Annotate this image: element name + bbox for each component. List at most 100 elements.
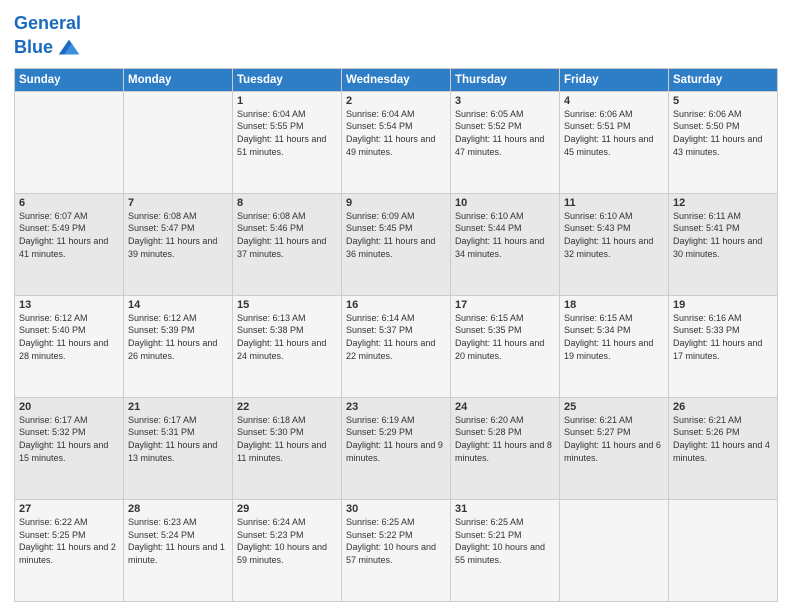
day-number: 8 bbox=[237, 197, 337, 209]
day-info: Sunrise: 6:10 AM Sunset: 5:44 PM Dayligh… bbox=[455, 210, 555, 260]
day-info: Sunrise: 6:05 AM Sunset: 5:52 PM Dayligh… bbox=[455, 108, 555, 158]
day-info: Sunrise: 6:04 AM Sunset: 5:54 PM Dayligh… bbox=[346, 108, 446, 158]
day-number: 17 bbox=[455, 299, 555, 311]
day-cell: 8Sunrise: 6:08 AM Sunset: 5:46 PM Daylig… bbox=[233, 193, 342, 295]
day-cell: 18Sunrise: 6:15 AM Sunset: 5:34 PM Dayli… bbox=[560, 295, 669, 397]
day-number: 31 bbox=[455, 503, 555, 515]
day-info: Sunrise: 6:21 AM Sunset: 5:26 PM Dayligh… bbox=[673, 414, 773, 464]
day-cell bbox=[124, 91, 233, 193]
day-info: Sunrise: 6:14 AM Sunset: 5:37 PM Dayligh… bbox=[346, 312, 446, 362]
day-number: 6 bbox=[19, 197, 119, 209]
day-cell: 20Sunrise: 6:17 AM Sunset: 5:32 PM Dayli… bbox=[15, 397, 124, 499]
logo-icon bbox=[55, 34, 83, 62]
day-cell: 10Sunrise: 6:10 AM Sunset: 5:44 PM Dayli… bbox=[451, 193, 560, 295]
day-cell: 30Sunrise: 6:25 AM Sunset: 5:22 PM Dayli… bbox=[342, 499, 451, 601]
day-info: Sunrise: 6:19 AM Sunset: 5:29 PM Dayligh… bbox=[346, 414, 446, 464]
day-number: 9 bbox=[346, 197, 446, 209]
day-cell: 15Sunrise: 6:13 AM Sunset: 5:38 PM Dayli… bbox=[233, 295, 342, 397]
day-info: Sunrise: 6:11 AM Sunset: 5:41 PM Dayligh… bbox=[673, 210, 773, 260]
day-number: 20 bbox=[19, 401, 119, 413]
day-cell: 3Sunrise: 6:05 AM Sunset: 5:52 PM Daylig… bbox=[451, 91, 560, 193]
week-row-3: 13Sunrise: 6:12 AM Sunset: 5:40 PM Dayli… bbox=[15, 295, 778, 397]
day-info: Sunrise: 6:17 AM Sunset: 5:31 PM Dayligh… bbox=[128, 414, 228, 464]
day-cell: 17Sunrise: 6:15 AM Sunset: 5:35 PM Dayli… bbox=[451, 295, 560, 397]
day-number: 4 bbox=[564, 95, 664, 107]
day-info: Sunrise: 6:08 AM Sunset: 5:47 PM Dayligh… bbox=[128, 210, 228, 260]
day-cell: 26Sunrise: 6:21 AM Sunset: 5:26 PM Dayli… bbox=[669, 397, 778, 499]
day-info: Sunrise: 6:08 AM Sunset: 5:46 PM Dayligh… bbox=[237, 210, 337, 260]
logo-text: General bbox=[14, 14, 83, 34]
day-info: Sunrise: 6:20 AM Sunset: 5:28 PM Dayligh… bbox=[455, 414, 555, 464]
day-info: Sunrise: 6:21 AM Sunset: 5:27 PM Dayligh… bbox=[564, 414, 664, 464]
day-info: Sunrise: 6:15 AM Sunset: 5:34 PM Dayligh… bbox=[564, 312, 664, 362]
day-cell bbox=[15, 91, 124, 193]
calendar-table: SundayMondayTuesdayWednesdayThursdayFrid… bbox=[14, 68, 778, 602]
day-cell: 2Sunrise: 6:04 AM Sunset: 5:54 PM Daylig… bbox=[342, 91, 451, 193]
weekday-header-row: SundayMondayTuesdayWednesdayThursdayFrid… bbox=[15, 68, 778, 91]
day-cell: 29Sunrise: 6:24 AM Sunset: 5:23 PM Dayli… bbox=[233, 499, 342, 601]
logo-blue: Blue bbox=[14, 38, 53, 58]
day-number: 10 bbox=[455, 197, 555, 209]
day-number: 26 bbox=[673, 401, 773, 413]
day-number: 27 bbox=[19, 503, 119, 515]
day-number: 21 bbox=[128, 401, 228, 413]
day-cell: 16Sunrise: 6:14 AM Sunset: 5:37 PM Dayli… bbox=[342, 295, 451, 397]
day-cell: 23Sunrise: 6:19 AM Sunset: 5:29 PM Dayli… bbox=[342, 397, 451, 499]
day-info: Sunrise: 6:12 AM Sunset: 5:39 PM Dayligh… bbox=[128, 312, 228, 362]
logo: General Blue bbox=[14, 14, 83, 62]
day-cell: 21Sunrise: 6:17 AM Sunset: 5:31 PM Dayli… bbox=[124, 397, 233, 499]
day-cell: 13Sunrise: 6:12 AM Sunset: 5:40 PM Dayli… bbox=[15, 295, 124, 397]
day-number: 23 bbox=[346, 401, 446, 413]
weekday-friday: Friday bbox=[560, 68, 669, 91]
day-cell: 5Sunrise: 6:06 AM Sunset: 5:50 PM Daylig… bbox=[669, 91, 778, 193]
day-cell: 28Sunrise: 6:23 AM Sunset: 5:24 PM Dayli… bbox=[124, 499, 233, 601]
day-cell: 12Sunrise: 6:11 AM Sunset: 5:41 PM Dayli… bbox=[669, 193, 778, 295]
day-cell: 27Sunrise: 6:22 AM Sunset: 5:25 PM Dayli… bbox=[15, 499, 124, 601]
day-info: Sunrise: 6:23 AM Sunset: 5:24 PM Dayligh… bbox=[128, 516, 228, 566]
day-info: Sunrise: 6:16 AM Sunset: 5:33 PM Dayligh… bbox=[673, 312, 773, 362]
day-info: Sunrise: 6:10 AM Sunset: 5:43 PM Dayligh… bbox=[564, 210, 664, 260]
day-number: 11 bbox=[564, 197, 664, 209]
weekday-saturday: Saturday bbox=[669, 68, 778, 91]
day-info: Sunrise: 6:09 AM Sunset: 5:45 PM Dayligh… bbox=[346, 210, 446, 260]
day-number: 29 bbox=[237, 503, 337, 515]
day-info: Sunrise: 6:15 AM Sunset: 5:35 PM Dayligh… bbox=[455, 312, 555, 362]
day-info: Sunrise: 6:06 AM Sunset: 5:51 PM Dayligh… bbox=[564, 108, 664, 158]
day-cell bbox=[560, 499, 669, 601]
day-info: Sunrise: 6:13 AM Sunset: 5:38 PM Dayligh… bbox=[237, 312, 337, 362]
day-number: 28 bbox=[128, 503, 228, 515]
week-row-1: 1Sunrise: 6:04 AM Sunset: 5:55 PM Daylig… bbox=[15, 91, 778, 193]
day-number: 30 bbox=[346, 503, 446, 515]
week-row-2: 6Sunrise: 6:07 AM Sunset: 5:49 PM Daylig… bbox=[15, 193, 778, 295]
day-number: 3 bbox=[455, 95, 555, 107]
day-number: 24 bbox=[455, 401, 555, 413]
page: General Blue SundayMondayTuesdayWednesda… bbox=[0, 0, 792, 612]
day-cell: 6Sunrise: 6:07 AM Sunset: 5:49 PM Daylig… bbox=[15, 193, 124, 295]
day-number: 19 bbox=[673, 299, 773, 311]
day-number: 18 bbox=[564, 299, 664, 311]
day-number: 14 bbox=[128, 299, 228, 311]
weekday-monday: Monday bbox=[124, 68, 233, 91]
day-number: 12 bbox=[673, 197, 773, 209]
day-cell: 22Sunrise: 6:18 AM Sunset: 5:30 PM Dayli… bbox=[233, 397, 342, 499]
day-cell: 9Sunrise: 6:09 AM Sunset: 5:45 PM Daylig… bbox=[342, 193, 451, 295]
day-cell: 4Sunrise: 6:06 AM Sunset: 5:51 PM Daylig… bbox=[560, 91, 669, 193]
day-info: Sunrise: 6:25 AM Sunset: 5:22 PM Dayligh… bbox=[346, 516, 446, 566]
weekday-wednesday: Wednesday bbox=[342, 68, 451, 91]
day-info: Sunrise: 6:25 AM Sunset: 5:21 PM Dayligh… bbox=[455, 516, 555, 566]
day-cell: 7Sunrise: 6:08 AM Sunset: 5:47 PM Daylig… bbox=[124, 193, 233, 295]
week-row-5: 27Sunrise: 6:22 AM Sunset: 5:25 PM Dayli… bbox=[15, 499, 778, 601]
day-number: 13 bbox=[19, 299, 119, 311]
day-cell: 24Sunrise: 6:20 AM Sunset: 5:28 PM Dayli… bbox=[451, 397, 560, 499]
day-cell: 11Sunrise: 6:10 AM Sunset: 5:43 PM Dayli… bbox=[560, 193, 669, 295]
day-cell: 1Sunrise: 6:04 AM Sunset: 5:55 PM Daylig… bbox=[233, 91, 342, 193]
day-number: 15 bbox=[237, 299, 337, 311]
day-cell bbox=[669, 499, 778, 601]
day-info: Sunrise: 6:04 AM Sunset: 5:55 PM Dayligh… bbox=[237, 108, 337, 158]
day-info: Sunrise: 6:22 AM Sunset: 5:25 PM Dayligh… bbox=[19, 516, 119, 566]
logo-general: General bbox=[14, 13, 81, 33]
day-cell: 31Sunrise: 6:25 AM Sunset: 5:21 PM Dayli… bbox=[451, 499, 560, 601]
day-number: 22 bbox=[237, 401, 337, 413]
day-number: 5 bbox=[673, 95, 773, 107]
day-number: 7 bbox=[128, 197, 228, 209]
